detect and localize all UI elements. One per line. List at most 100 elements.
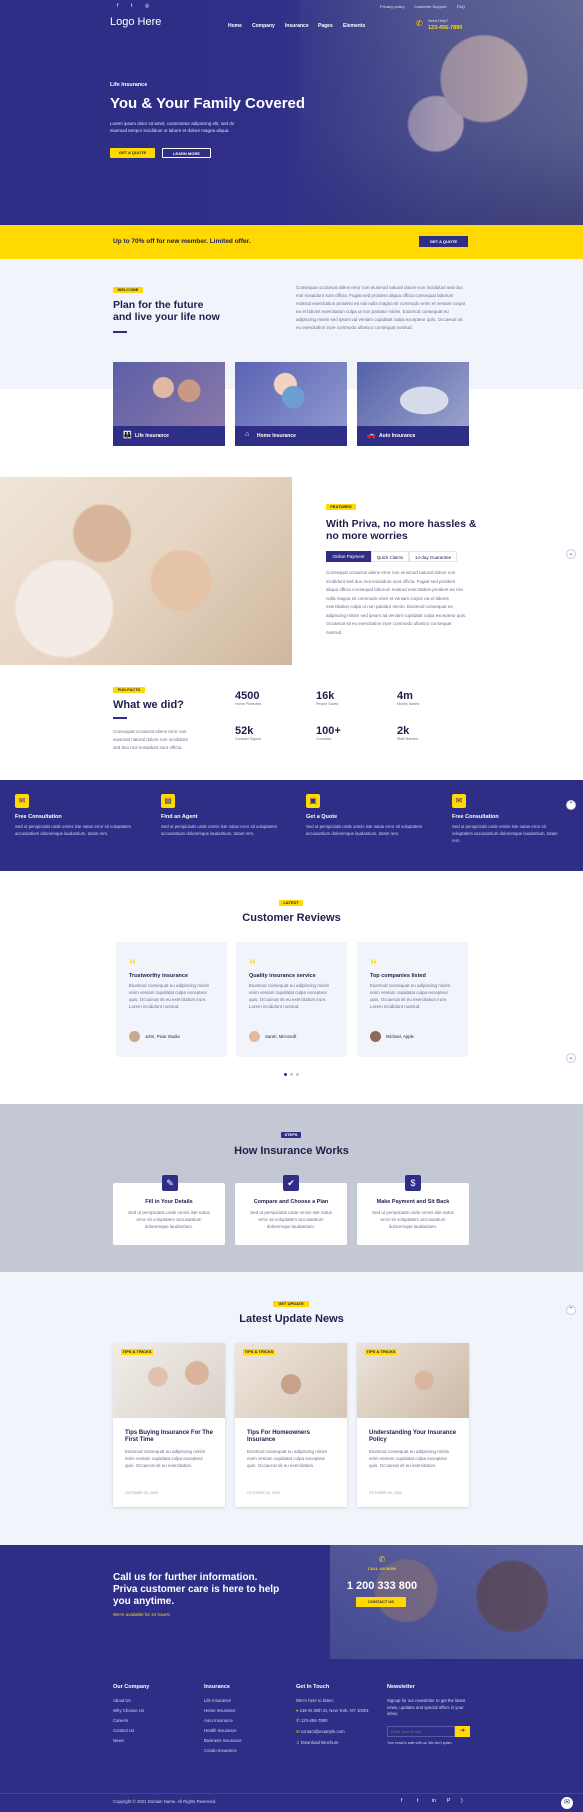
twitter-icon[interactable]: t	[131, 3, 132, 9]
hero-section: f t ◎ Privacy policy Customer Support FA…	[0, 0, 583, 225]
features-tag: FEATURES	[326, 504, 356, 510]
arrow-right-icon[interactable]: ➔	[455, 1725, 470, 1737]
support-link[interactable]: Customer Support	[414, 4, 446, 9]
footer-link[interactable]: Life Insurance	[204, 1698, 242, 1703]
footer-link[interactable]: Careers	[113, 1718, 149, 1723]
facebook-icon[interactable]: f	[117, 3, 118, 9]
life-insurance-label: Life Insurance	[135, 433, 169, 439]
phone-icon: ✆	[378, 1555, 386, 1564]
header-phone[interactable]: 123-456-7890	[428, 25, 462, 31]
welcome-title: Plan for the future and live your life n…	[113, 299, 220, 323]
brochure-link[interactable]: Download Brochure	[301, 1740, 339, 1745]
contact-us-button[interactable]: CONTACT US	[356, 1597, 406, 1607]
auto-insurance-label: Auto Insurance	[379, 433, 416, 439]
facts-section: FUN FACTS What we did? Consequat occaeca…	[0, 665, 583, 780]
stat-countries: 100+ Countries	[316, 725, 341, 741]
quote-icon: “	[129, 956, 136, 972]
carousel-dot[interactable]	[290, 1073, 293, 1076]
carousel-dot[interactable]	[296, 1073, 299, 1076]
instagram-icon[interactable]: ◎	[145, 3, 149, 9]
promo-get-quote-button[interactable]: GET A QUOTE	[419, 236, 468, 247]
nav-elements[interactable]: Elements	[343, 23, 365, 29]
footer-phone[interactable]: 123-456-7890	[301, 1718, 328, 1723]
auto-insurance-card[interactable]: 🚗 Auto Insurance	[357, 362, 469, 446]
nav-company[interactable]: Company	[252, 23, 275, 29]
rss-icon[interactable]: )	[461, 1798, 463, 1804]
chat-icon: ✉	[452, 794, 466, 808]
services-strip: ✉ Free Consultation Sed ut perspiciatis …	[0, 780, 583, 871]
footer-link[interactable]: Contact Us	[113, 1728, 149, 1733]
footer-link[interactable]: About Us	[113, 1698, 149, 1703]
tab-guarantee[interactable]: 14-day Guarantee	[409, 551, 457, 562]
footer-link[interactable]: Auto Insurance	[204, 1718, 242, 1723]
how-title: How Insurance Works	[234, 1145, 349, 1157]
auto-insurance-image	[357, 362, 469, 426]
footer-link[interactable]: Health Insurance	[204, 1728, 242, 1733]
news-card[interactable]: TIPS & TRICKS Tips Buying Insurance For …	[113, 1343, 225, 1507]
chevron-down-icon[interactable]: ⌄	[566, 549, 576, 559]
dollar-icon: $	[405, 1175, 421, 1191]
download-icon: ⇩	[296, 1740, 300, 1745]
nav-home[interactable]: Home	[228, 23, 242, 29]
quote-icon: “	[249, 956, 256, 972]
top-bar: f t ◎ Privacy policy Customer Support FA…	[0, 0, 583, 12]
review-card: “ Trustworthy insurance Eiusmod consequa…	[116, 942, 227, 1057]
nav-insurance[interactable]: Insurance	[285, 23, 309, 29]
news-title: Latest Update News	[239, 1313, 344, 1325]
chevron-up-icon[interactable]: ⌃	[566, 1305, 576, 1315]
footer-link[interactable]: Condo Insurance	[204, 1748, 242, 1753]
chevron-up-icon[interactable]: ⌃	[566, 800, 576, 810]
footer-link[interactable]: Home Insurance	[204, 1708, 242, 1713]
how-tag: STEPS	[281, 1132, 301, 1138]
footer-insurance: Insurance Life Insurance Home Insurance …	[204, 1684, 242, 1753]
pinterest-icon[interactable]: P	[447, 1798, 450, 1804]
service-item[interactable]: ▣ Get a Quote Sed ut perspiciatis unde o…	[306, 794, 436, 837]
home-insurance-card[interactable]: ⌂ Home Insurance	[235, 362, 347, 446]
facts-text: Consequat occaecat aliens error non eius…	[113, 729, 188, 750]
twitter-icon[interactable]: t	[417, 1798, 418, 1804]
copyright: Copyright © 2021 Domain Name. All Rights…	[113, 1799, 217, 1804]
footer-link[interactable]: Business Insurance	[204, 1738, 242, 1743]
news-badge: TIPS & TRICKS	[121, 1349, 153, 1355]
phone-icon: ✆	[296, 1718, 300, 1723]
family-icon: 👪	[123, 432, 132, 439]
service-item[interactable]: ✉ Free Consultation Sed ut perspiciatis …	[452, 794, 572, 844]
tab-quick-claims[interactable]: Quick Claims	[371, 551, 409, 562]
checkbox-icon: ✔	[283, 1175, 299, 1191]
location-icon: ⌖	[296, 1708, 299, 1713]
service-item[interactable]: ▤ Find an Agent Sed ut perspiciatis unde…	[161, 794, 291, 837]
phone-icon: ✆	[416, 19, 423, 28]
privacy-link[interactable]: Privacy policy	[380, 4, 404, 9]
home-insurance-image	[235, 362, 347, 426]
phone-label: Need Help?	[428, 19, 449, 23]
avatar	[370, 1031, 381, 1042]
hero-get-quote-button[interactable]: GET A QUOTE	[110, 148, 155, 158]
step-card: Make Payment and Sit Back Sed ut perspic…	[357, 1183, 469, 1245]
tab-online-payment[interactable]: Online Payment	[326, 551, 371, 562]
newsletter-email-input[interactable]	[387, 1725, 455, 1737]
facebook-icon[interactable]: f	[401, 1798, 402, 1804]
linkedin-icon[interactable]: in	[432, 1798, 436, 1804]
reviews-tag: LATEST	[279, 900, 303, 906]
footer-link[interactable]: Why Choose Us	[113, 1708, 149, 1713]
hero-learn-more-button[interactable]: LEARN MORE	[162, 148, 211, 158]
chat-icon[interactable]: ✉	[561, 1797, 573, 1809]
footer-link[interactable]: News	[113, 1738, 149, 1743]
carousel-dot[interactable]	[284, 1073, 287, 1076]
nav-pages[interactable]: Pages	[318, 23, 333, 29]
life-insurance-card[interactable]: 👪 Life Insurance	[113, 362, 225, 446]
footer-email[interactable]: contact@example.com	[301, 1729, 345, 1734]
news-tag: GET UPDATE	[273, 1301, 309, 1307]
car-icon: 🚗	[367, 432, 376, 439]
stat-staff: 2k Staff Member	[397, 725, 419, 741]
chevron-down-icon[interactable]: ⌄	[566, 1053, 576, 1063]
faq-link[interactable]: FAQ	[457, 4, 465, 9]
news-card[interactable]: TIPS & TRICKS Understanding Your Insuran…	[357, 1343, 469, 1507]
step-card: Fill in Your Details Sed ut perspiciatis…	[113, 1183, 225, 1245]
stat-people: 16k People Saved	[316, 690, 339, 706]
promo-text: Up to 70% off for new member. Limited of…	[113, 238, 251, 245]
site-logo[interactable]: Logo Here	[110, 16, 161, 28]
service-item[interactable]: ✉ Free Consultation Sed ut perspiciatis …	[15, 794, 145, 837]
call-phone[interactable]: 1 200 333 800	[337, 1580, 427, 1592]
news-card[interactable]: TIPS & TRICKS Tips For Homeowners Insura…	[235, 1343, 347, 1507]
